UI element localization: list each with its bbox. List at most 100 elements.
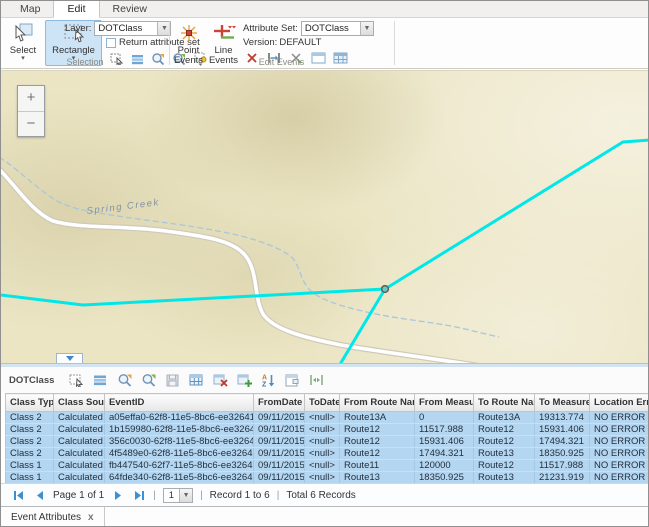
cell[interactable]: 09/11/2015 bbox=[254, 472, 305, 484]
cell[interactable]: 21231.919 bbox=[535, 472, 590, 484]
close-icon[interactable]: x bbox=[88, 512, 94, 523]
cell[interactable]: Route11 bbox=[340, 460, 415, 472]
pan-to-record-icon[interactable] bbox=[140, 372, 156, 388]
return-attribute-set-checkbox[interactable] bbox=[106, 38, 116, 48]
last-page-button[interactable] bbox=[132, 488, 146, 502]
zoom-in-button[interactable]: + bbox=[18, 86, 44, 111]
cell[interactable]: NO ERROR bbox=[590, 448, 649, 460]
cell[interactable]: Class 2 bbox=[6, 424, 54, 436]
table-row[interactable]: Class 2Calculated4f5489e0-62f8-11e5-8bc6… bbox=[6, 448, 649, 460]
cell[interactable]: 09/11/2015 bbox=[254, 460, 305, 472]
page-select-arrow-icon[interactable]: ▼ bbox=[179, 489, 192, 502]
cell[interactable]: 356c0030-62f8-11e5-8bc6-ee32641d5ec9 bbox=[105, 436, 254, 448]
cell[interactable]: Route13A bbox=[474, 412, 535, 424]
cell[interactable]: a05effa0-62f8-11e5-8bc6-ee32641d5ec9 bbox=[105, 412, 254, 424]
cell[interactable]: <null> bbox=[305, 436, 340, 448]
cell[interactable]: 120000 bbox=[415, 460, 474, 472]
table-row[interactable]: Class 2Calculated1b159980-62f8-11e5-8bc6… bbox=[6, 424, 649, 436]
cell[interactable]: 09/11/2015 bbox=[254, 412, 305, 424]
column-header[interactable]: Class Type bbox=[6, 394, 54, 412]
tab-map[interactable]: Map bbox=[7, 1, 53, 17]
tab-review[interactable]: Review bbox=[100, 1, 160, 17]
add-record-icon[interactable] bbox=[236, 372, 252, 388]
cell[interactable]: 18350.925 bbox=[415, 472, 474, 484]
cell[interactable]: NO ERROR bbox=[590, 472, 649, 484]
table-icon[interactable] bbox=[188, 372, 204, 388]
cell[interactable]: <null> bbox=[305, 448, 340, 460]
cell[interactable]: 15931.406 bbox=[415, 436, 474, 448]
cell[interactable]: <null> bbox=[305, 412, 340, 424]
column-header[interactable]: Location Error bbox=[590, 394, 649, 412]
column-header[interactable]: FromDate bbox=[254, 394, 305, 412]
cell[interactable]: <null> bbox=[305, 460, 340, 472]
attribute-set-dropdown-arrow-icon[interactable]: ▼ bbox=[360, 22, 373, 35]
cell[interactable]: 17494.321 bbox=[415, 448, 474, 460]
zoom-out-button[interactable]: − bbox=[18, 111, 44, 136]
table-row[interactable]: Class 2Calculated356c0030-62f8-11e5-8bc6… bbox=[6, 436, 649, 448]
cell[interactable]: 15931.406 bbox=[535, 424, 590, 436]
cell[interactable]: 4f5489e0-62f8-11e5-8bc6-ee32641d5ec9 bbox=[105, 448, 254, 460]
cell[interactable]: Route13A bbox=[340, 412, 415, 424]
cell[interactable]: 09/11/2015 bbox=[254, 448, 305, 460]
cell[interactable]: Class 1 bbox=[6, 472, 54, 484]
cell[interactable]: Route13 bbox=[340, 472, 415, 484]
column-header[interactable]: From Measure bbox=[415, 394, 474, 412]
column-header[interactable]: Class Source bbox=[54, 394, 105, 412]
cell[interactable]: <null> bbox=[305, 472, 340, 484]
sort-icon[interactable]: AZ bbox=[260, 372, 276, 388]
select-tool-icon[interactable] bbox=[68, 372, 84, 388]
cell[interactable]: 09/11/2015 bbox=[254, 436, 305, 448]
cell[interactable]: Route12 bbox=[474, 424, 535, 436]
layer-dropdown[interactable]: DOTClass ▼ bbox=[94, 21, 171, 36]
route-line-west[interactable] bbox=[1, 289, 385, 305]
cell[interactable]: Calculated bbox=[54, 424, 105, 436]
cell[interactable]: Route12 bbox=[474, 460, 535, 472]
table-row[interactable]: Class 1Calculated64fde340-62f8-11e5-8bc6… bbox=[6, 472, 649, 484]
cell[interactable]: Calculated bbox=[54, 412, 105, 424]
cell[interactable]: 09/11/2015 bbox=[254, 424, 305, 436]
cell[interactable]: Route12 bbox=[474, 436, 535, 448]
column-header[interactable]: To Measure bbox=[535, 394, 590, 412]
cell[interactable]: NO ERROR bbox=[590, 436, 649, 448]
route-event-lines[interactable] bbox=[1, 140, 649, 363]
attribute-window-icon[interactable] bbox=[284, 372, 300, 388]
cell[interactable]: Route12 bbox=[340, 424, 415, 436]
cell[interactable]: Class 2 bbox=[6, 448, 54, 460]
route-line-northeast[interactable] bbox=[385, 140, 649, 289]
cell[interactable]: Class 1 bbox=[6, 460, 54, 472]
cell[interactable]: Route12 bbox=[340, 436, 415, 448]
cell[interactable]: 11517.988 bbox=[415, 424, 474, 436]
page-number-select[interactable]: 1 ▼ bbox=[163, 488, 193, 503]
cell[interactable]: Route13 bbox=[474, 448, 535, 460]
tab-edit[interactable]: Edit bbox=[53, 0, 99, 18]
panel-collapse-button[interactable] bbox=[56, 353, 83, 363]
save-icon[interactable] bbox=[164, 372, 180, 388]
cell[interactable]: NO ERROR bbox=[590, 412, 649, 424]
column-header[interactable]: From Route Name bbox=[340, 394, 415, 412]
cell[interactable]: Calculated bbox=[54, 448, 105, 460]
cell[interactable]: 0 bbox=[415, 412, 474, 424]
map-canvas[interactable]: Spring Creek + − bbox=[1, 70, 649, 363]
cell[interactable]: Calculated bbox=[54, 436, 105, 448]
column-header[interactable]: EventID bbox=[105, 394, 254, 412]
table-row[interactable]: Class 2Calculateda05effa0-62f8-11e5-8bc6… bbox=[6, 412, 649, 424]
zoom-to-record-icon[interactable] bbox=[116, 372, 132, 388]
cell[interactable]: 64fde340-62f8-11e5-8bc6-ee32641d5ec9 bbox=[105, 472, 254, 484]
delete-record-icon[interactable] bbox=[212, 372, 228, 388]
first-page-button[interactable] bbox=[11, 488, 25, 502]
table-row[interactable]: Class 1Calculatedfb447540-62f7-11e5-8bc6… bbox=[6, 460, 649, 472]
route-junction-marker[interactable] bbox=[382, 286, 389, 293]
cell[interactable]: Route13 bbox=[474, 472, 535, 484]
tab-event-attributes[interactable]: Event Attributes x bbox=[1, 507, 105, 527]
cell[interactable]: <null> bbox=[305, 424, 340, 436]
next-page-button[interactable] bbox=[111, 488, 125, 502]
cell[interactable]: NO ERROR bbox=[590, 460, 649, 472]
cell[interactable]: Class 2 bbox=[6, 436, 54, 448]
cell[interactable]: Calculated bbox=[54, 460, 105, 472]
show-selected-records-icon[interactable] bbox=[92, 372, 108, 388]
cell[interactable]: 19313.774 bbox=[535, 412, 590, 424]
cell[interactable]: NO ERROR bbox=[590, 424, 649, 436]
column-header[interactable]: To Route Name bbox=[474, 394, 535, 412]
cell[interactable]: 1b159980-62f8-11e5-8bc6-ee32641d5ec9 bbox=[105, 424, 254, 436]
cell[interactable]: fb447540-62f7-11e5-8bc6-ee32641d5ec9 bbox=[105, 460, 254, 472]
